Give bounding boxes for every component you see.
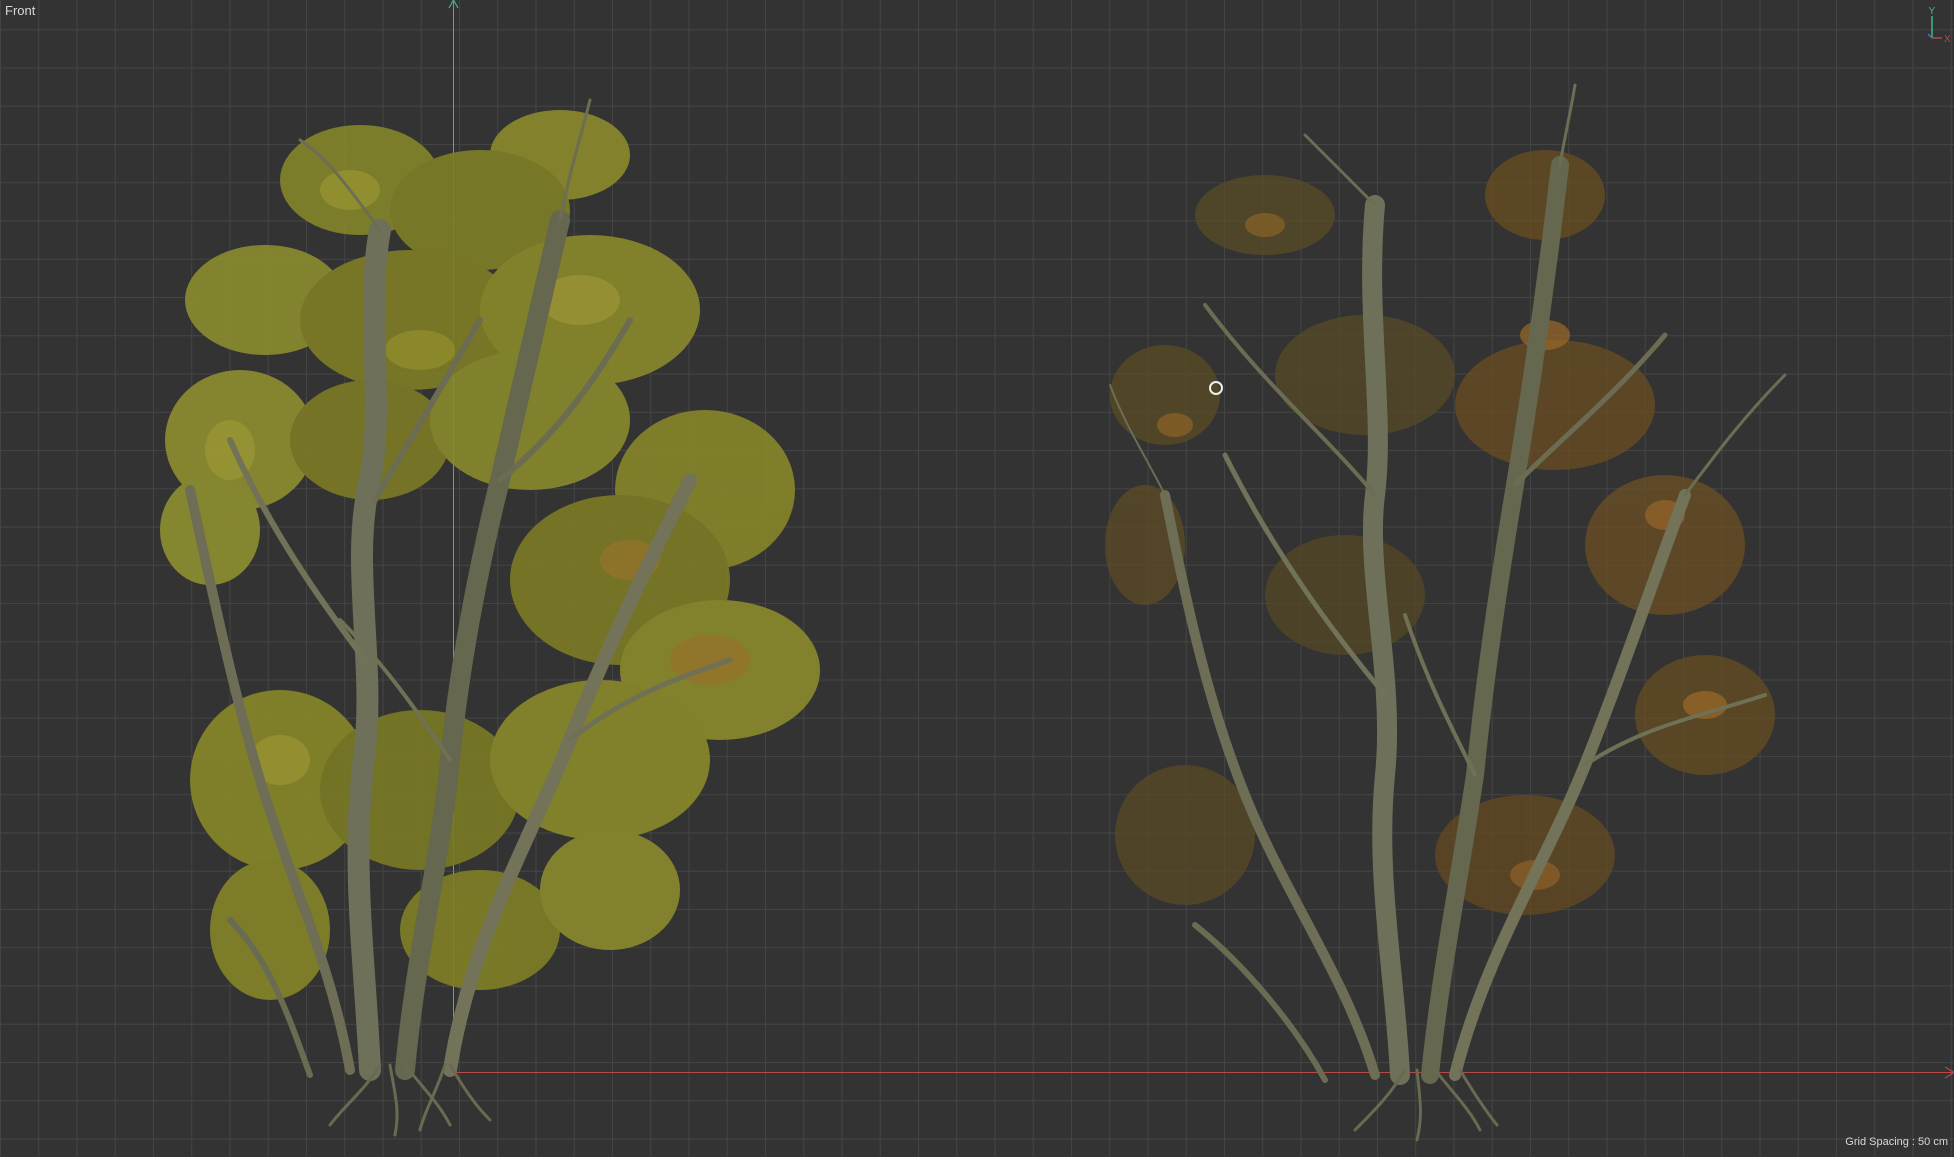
axis-orientation-gizmo-icon: Y X — [1927, 6, 1951, 44]
front-viewport[interactable]: Front Y X Grid Spacing: 50 cm — [0, 0, 1954, 1157]
y-axis-arrow-icon — [448, 0, 459, 9]
gizmo-y-label: Y — [1929, 6, 1936, 17]
x-axis-arrow-icon — [1944, 1066, 1954, 1079]
mouse-cursor-icon — [1209, 381, 1223, 395]
gizmo-x-label: X — [1944, 34, 1951, 44]
grid-spacing-readout: Grid Spacing : 50 cm — [1845, 1136, 1948, 1148]
tree-sparse-foliage[interactable] — [1105, 75, 1825, 1145]
view-name-label[interactable]: Front — [5, 3, 35, 19]
tree-full-foliage[interactable] — [150, 60, 870, 1140]
